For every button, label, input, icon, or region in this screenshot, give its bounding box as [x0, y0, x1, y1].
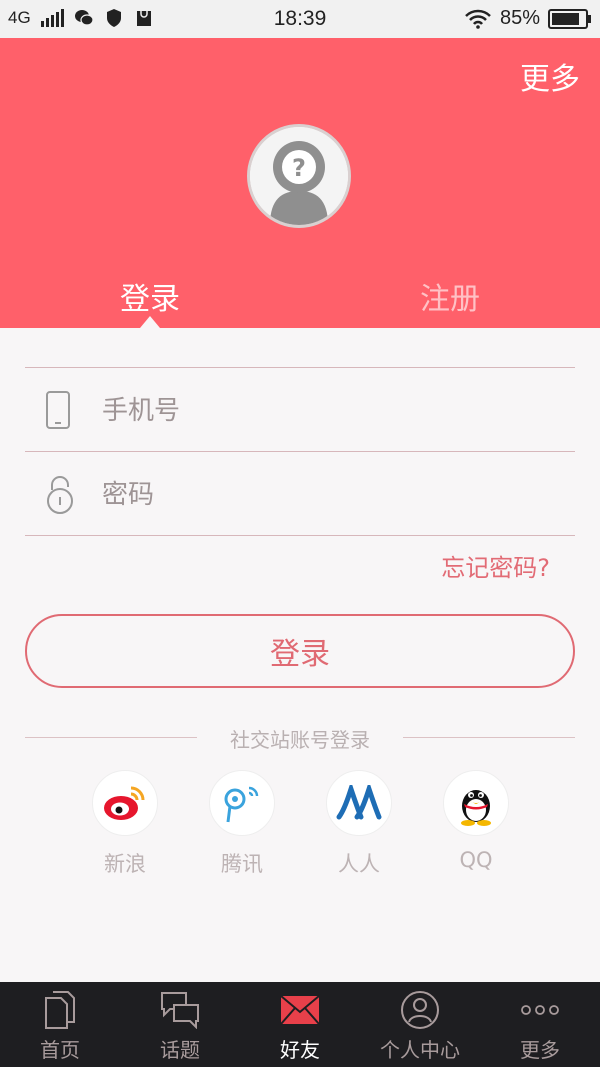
social-divider-right: [403, 737, 575, 738]
profile-header: 更多 ? 登录 注册: [0, 38, 600, 328]
nav-label: 首页: [40, 1038, 80, 1062]
phone-input[interactable]: [100, 368, 564, 453]
forgot-password-link[interactable]: 忘记密码?: [441, 548, 550, 583]
bottom-nav: 首页 话题 好友 个人中心 更多: [0, 982, 600, 1067]
status-right: 85%: [464, 7, 591, 30]
renren-icon: [336, 785, 382, 820]
phone-icon: [46, 391, 70, 429]
nav-more[interactable]: 更多: [480, 982, 600, 1067]
social-renren[interactable]: 人人: [324, 770, 394, 878]
social-label: 腾讯: [221, 852, 263, 876]
renren-icon-circle: [326, 770, 392, 836]
nav-friends[interactable]: 好友: [240, 982, 360, 1067]
chat-bubbles-icon: [161, 992, 199, 1029]
battery-percent: 85%: [499, 7, 540, 29]
lock-icon: [47, 476, 73, 514]
nav-label: 更多: [520, 1038, 560, 1062]
svg-text:?: ?: [292, 154, 306, 182]
social-tencent[interactable]: 腾讯: [207, 770, 277, 878]
social-label: 新浪: [104, 852, 146, 876]
social-qq[interactable]: QQ: [441, 770, 511, 872]
nav-label: 话题: [160, 1038, 200, 1062]
password-input[interactable]: [100, 452, 564, 537]
weibo-icon: [104, 786, 145, 820]
active-tab-indicator: [140, 316, 160, 328]
social-label: 人人: [338, 852, 380, 876]
more-button[interactable]: 更多: [520, 54, 580, 98]
nav-label: 个人中心: [380, 1038, 460, 1062]
weibo-icon-circle: [92, 770, 158, 836]
tab-login[interactable]: 登录: [120, 274, 180, 318]
avatar[interactable]: ?: [247, 124, 351, 228]
nav-topics[interactable]: 话题: [120, 982, 240, 1067]
tencent-weibo-icon: [224, 786, 259, 823]
social-login-title: 社交站账号登录: [230, 728, 370, 752]
qq-icon: [461, 790, 491, 826]
password-field[interactable]: [25, 452, 575, 537]
divider: [25, 535, 575, 536]
qq-icon-circle: [443, 770, 509, 836]
nav-label: 好友: [280, 1038, 320, 1062]
envelope-icon: [280, 995, 320, 1025]
tab-register[interactable]: 注册: [420, 274, 480, 318]
documents-icon: [45, 991, 75, 1029]
status-bar: 4G 18:39 85%: [0, 0, 600, 38]
user-icon: [401, 991, 439, 1029]
login-button[interactable]: 登录: [25, 614, 575, 688]
nav-home[interactable]: 首页: [0, 982, 120, 1067]
default-avatar-question-icon: ?: [250, 127, 348, 225]
more-dots-icon: [521, 1005, 559, 1015]
phone-field[interactable]: [25, 368, 575, 453]
battery-icon: [548, 8, 591, 29]
wifi-icon: [465, 9, 491, 29]
social-label: QQ: [459, 848, 493, 872]
nav-profile[interactable]: 个人中心: [360, 982, 480, 1067]
tencent-icon-circle: [209, 770, 275, 836]
social-weibo[interactable]: 新浪: [90, 770, 160, 878]
